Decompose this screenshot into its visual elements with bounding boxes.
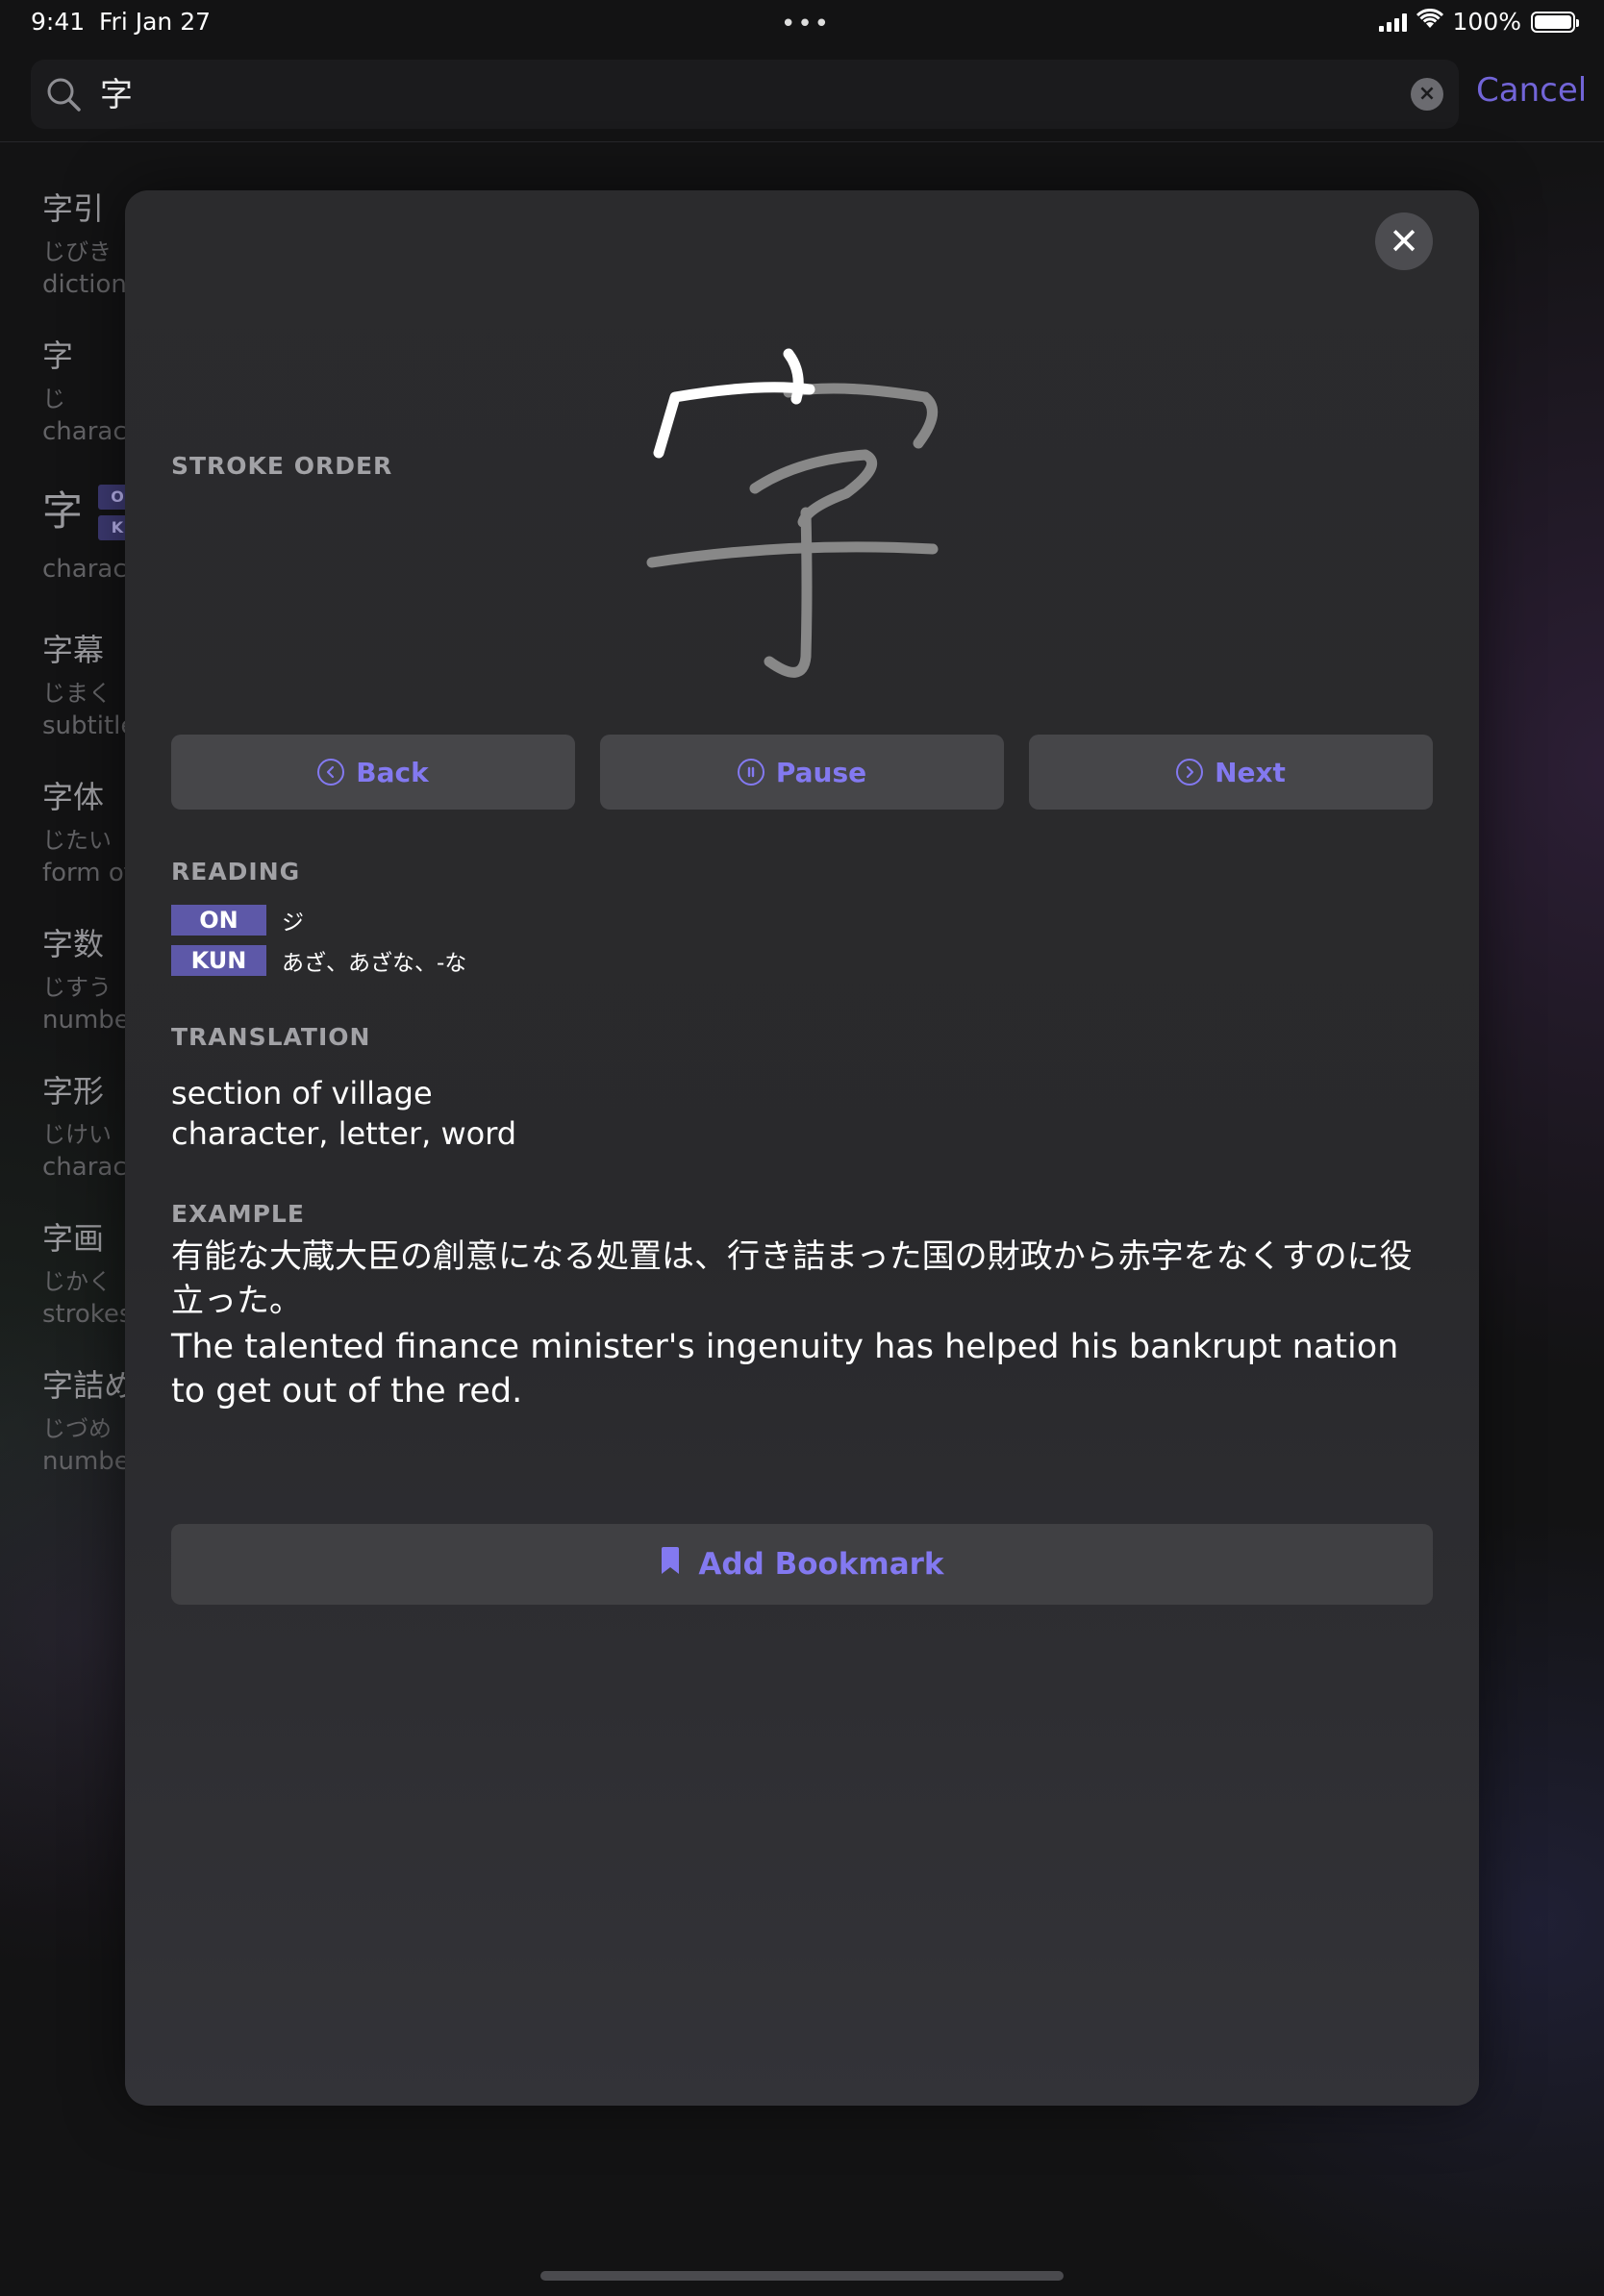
close-icon[interactable]: ✕ [1375, 212, 1433, 270]
pause-button[interactable]: Pause [600, 735, 1004, 810]
result-kanji: 字数 [42, 926, 105, 962]
translation-line: section of village [171, 1075, 433, 1111]
reading-tag-kun: KUN [171, 945, 266, 976]
list-item[interactable]: 字引 じびき dictionary [42, 185, 135, 332]
kanji-detail-modal: ✕ STROKE ORDER Back Pause Next READING O… [125, 190, 1479, 2106]
result-kana: じたい [42, 827, 112, 854]
result-kana: じびき [42, 238, 112, 265]
result-kanji: 字形 [42, 1073, 105, 1110]
list-item[interactable]: 字詰め じづめ number [42, 1361, 135, 1509]
search-bar: × [31, 60, 1459, 131]
result-english: form of [42, 859, 133, 887]
add-bookmark-button[interactable]: Add Bookmark [171, 1524, 1433, 1605]
example-japanese: 有能な大蔵大臣の創意になる処置は、行き詰まった国の財政から赤字をなくすのに役立っ… [171, 1237, 1413, 1320]
next-button[interactable]: Next [1029, 735, 1433, 810]
status-bar: 9:41 Fri Jan 27 ••• 100% [0, 0, 1604, 46]
search-input[interactable] [98, 60, 1352, 131]
result-english: dictionary [42, 270, 135, 299]
bookmark-icon [660, 1546, 681, 1583]
back-label: Back [356, 756, 429, 788]
clear-icon[interactable]: × [1411, 78, 1443, 111]
result-kana: じ [42, 386, 65, 412]
battery-icon [1531, 11, 1579, 33]
status-indicators: 100% [1378, 8, 1579, 36]
example-english: The talented finance minister's ingenuit… [171, 1328, 1399, 1410]
reading-label: READING [171, 858, 301, 886]
pause-icon [737, 759, 764, 786]
kanji-stroke-svg [646, 348, 939, 678]
reading-on-value: ジ [282, 911, 304, 936]
signal-icon [1378, 12, 1407, 32]
result-kana: じづめ [42, 1415, 112, 1442]
cancel-button[interactable]: Cancel [1476, 71, 1587, 110]
back-button[interactable]: Back [171, 735, 575, 810]
reading-on-row: ON ジ [171, 904, 304, 936]
result-kanji: 字引 [42, 190, 105, 227]
result-kana: じかく [42, 1268, 112, 1295]
reading-kun-value: あざ、あざな、-な [282, 951, 467, 976]
wifi-icon [1416, 8, 1443, 36]
result-english: character [42, 555, 135, 584]
result-english: character [42, 417, 135, 446]
example-label: EXAMPLE [171, 1200, 305, 1228]
result-english: subtitle [42, 711, 135, 740]
divider [0, 141, 1604, 142]
list-item[interactable]: 字幕 じまく subtitle [42, 626, 135, 773]
result-english: character [42, 1153, 135, 1182]
back-icon [317, 759, 345, 786]
search-results-list: 字引 じびき dictionary 字 じ character 字 charac… [42, 185, 135, 1509]
next-icon [1176, 759, 1204, 786]
next-label: Next [1215, 756, 1286, 788]
home-indicator[interactable] [540, 2271, 1064, 2281]
list-item[interactable]: 字数 じすう number [42, 920, 135, 1067]
list-item[interactable]: 字形 じけい character [42, 1067, 135, 1214]
reading-tag-on: ON [171, 905, 266, 936]
result-kanji: 字 [42, 337, 74, 374]
result-english: number [42, 1006, 135, 1035]
result-kanji: 字体 [42, 779, 105, 815]
result-kanji: 字詰め [42, 1367, 135, 1404]
reading-kun-row: KUN あざ、あざな、-な [171, 944, 466, 977]
result-kanji: 字幕 [42, 632, 105, 668]
result-kana: じすう [42, 974, 112, 1001]
translation-text: section of village character, letter, wo… [171, 1073, 516, 1154]
result-english: number [42, 1447, 135, 1476]
status-date: Fri Jan 27 [99, 8, 212, 36]
result-english: strokes [42, 1300, 133, 1329]
stroke-order-drawing [644, 339, 952, 689]
translation-label: TRANSLATION [171, 1023, 371, 1051]
multitasking-dots-icon[interactable]: ••• [781, 10, 831, 38]
list-item[interactable]: 字画 じかく strokes [42, 1214, 135, 1361]
pause-label: Pause [775, 756, 867, 788]
list-item[interactable]: 字 じ character [42, 332, 135, 479]
stroke-order-label: STROKE ORDER [171, 452, 393, 480]
search-icon [44, 75, 83, 117]
result-kana: じけい [42, 1121, 112, 1148]
list-item[interactable]: 字体 じたい form of [42, 773, 135, 920]
add-bookmark-label: Add Bookmark [698, 1547, 944, 1582]
result-kana: じまく [42, 680, 112, 707]
battery-percentage: 100% [1452, 8, 1521, 36]
result-kanji: 字画 [42, 1220, 105, 1257]
status-time: 9:41 [31, 8, 86, 36]
translation-line: character, letter, word [171, 1115, 517, 1152]
